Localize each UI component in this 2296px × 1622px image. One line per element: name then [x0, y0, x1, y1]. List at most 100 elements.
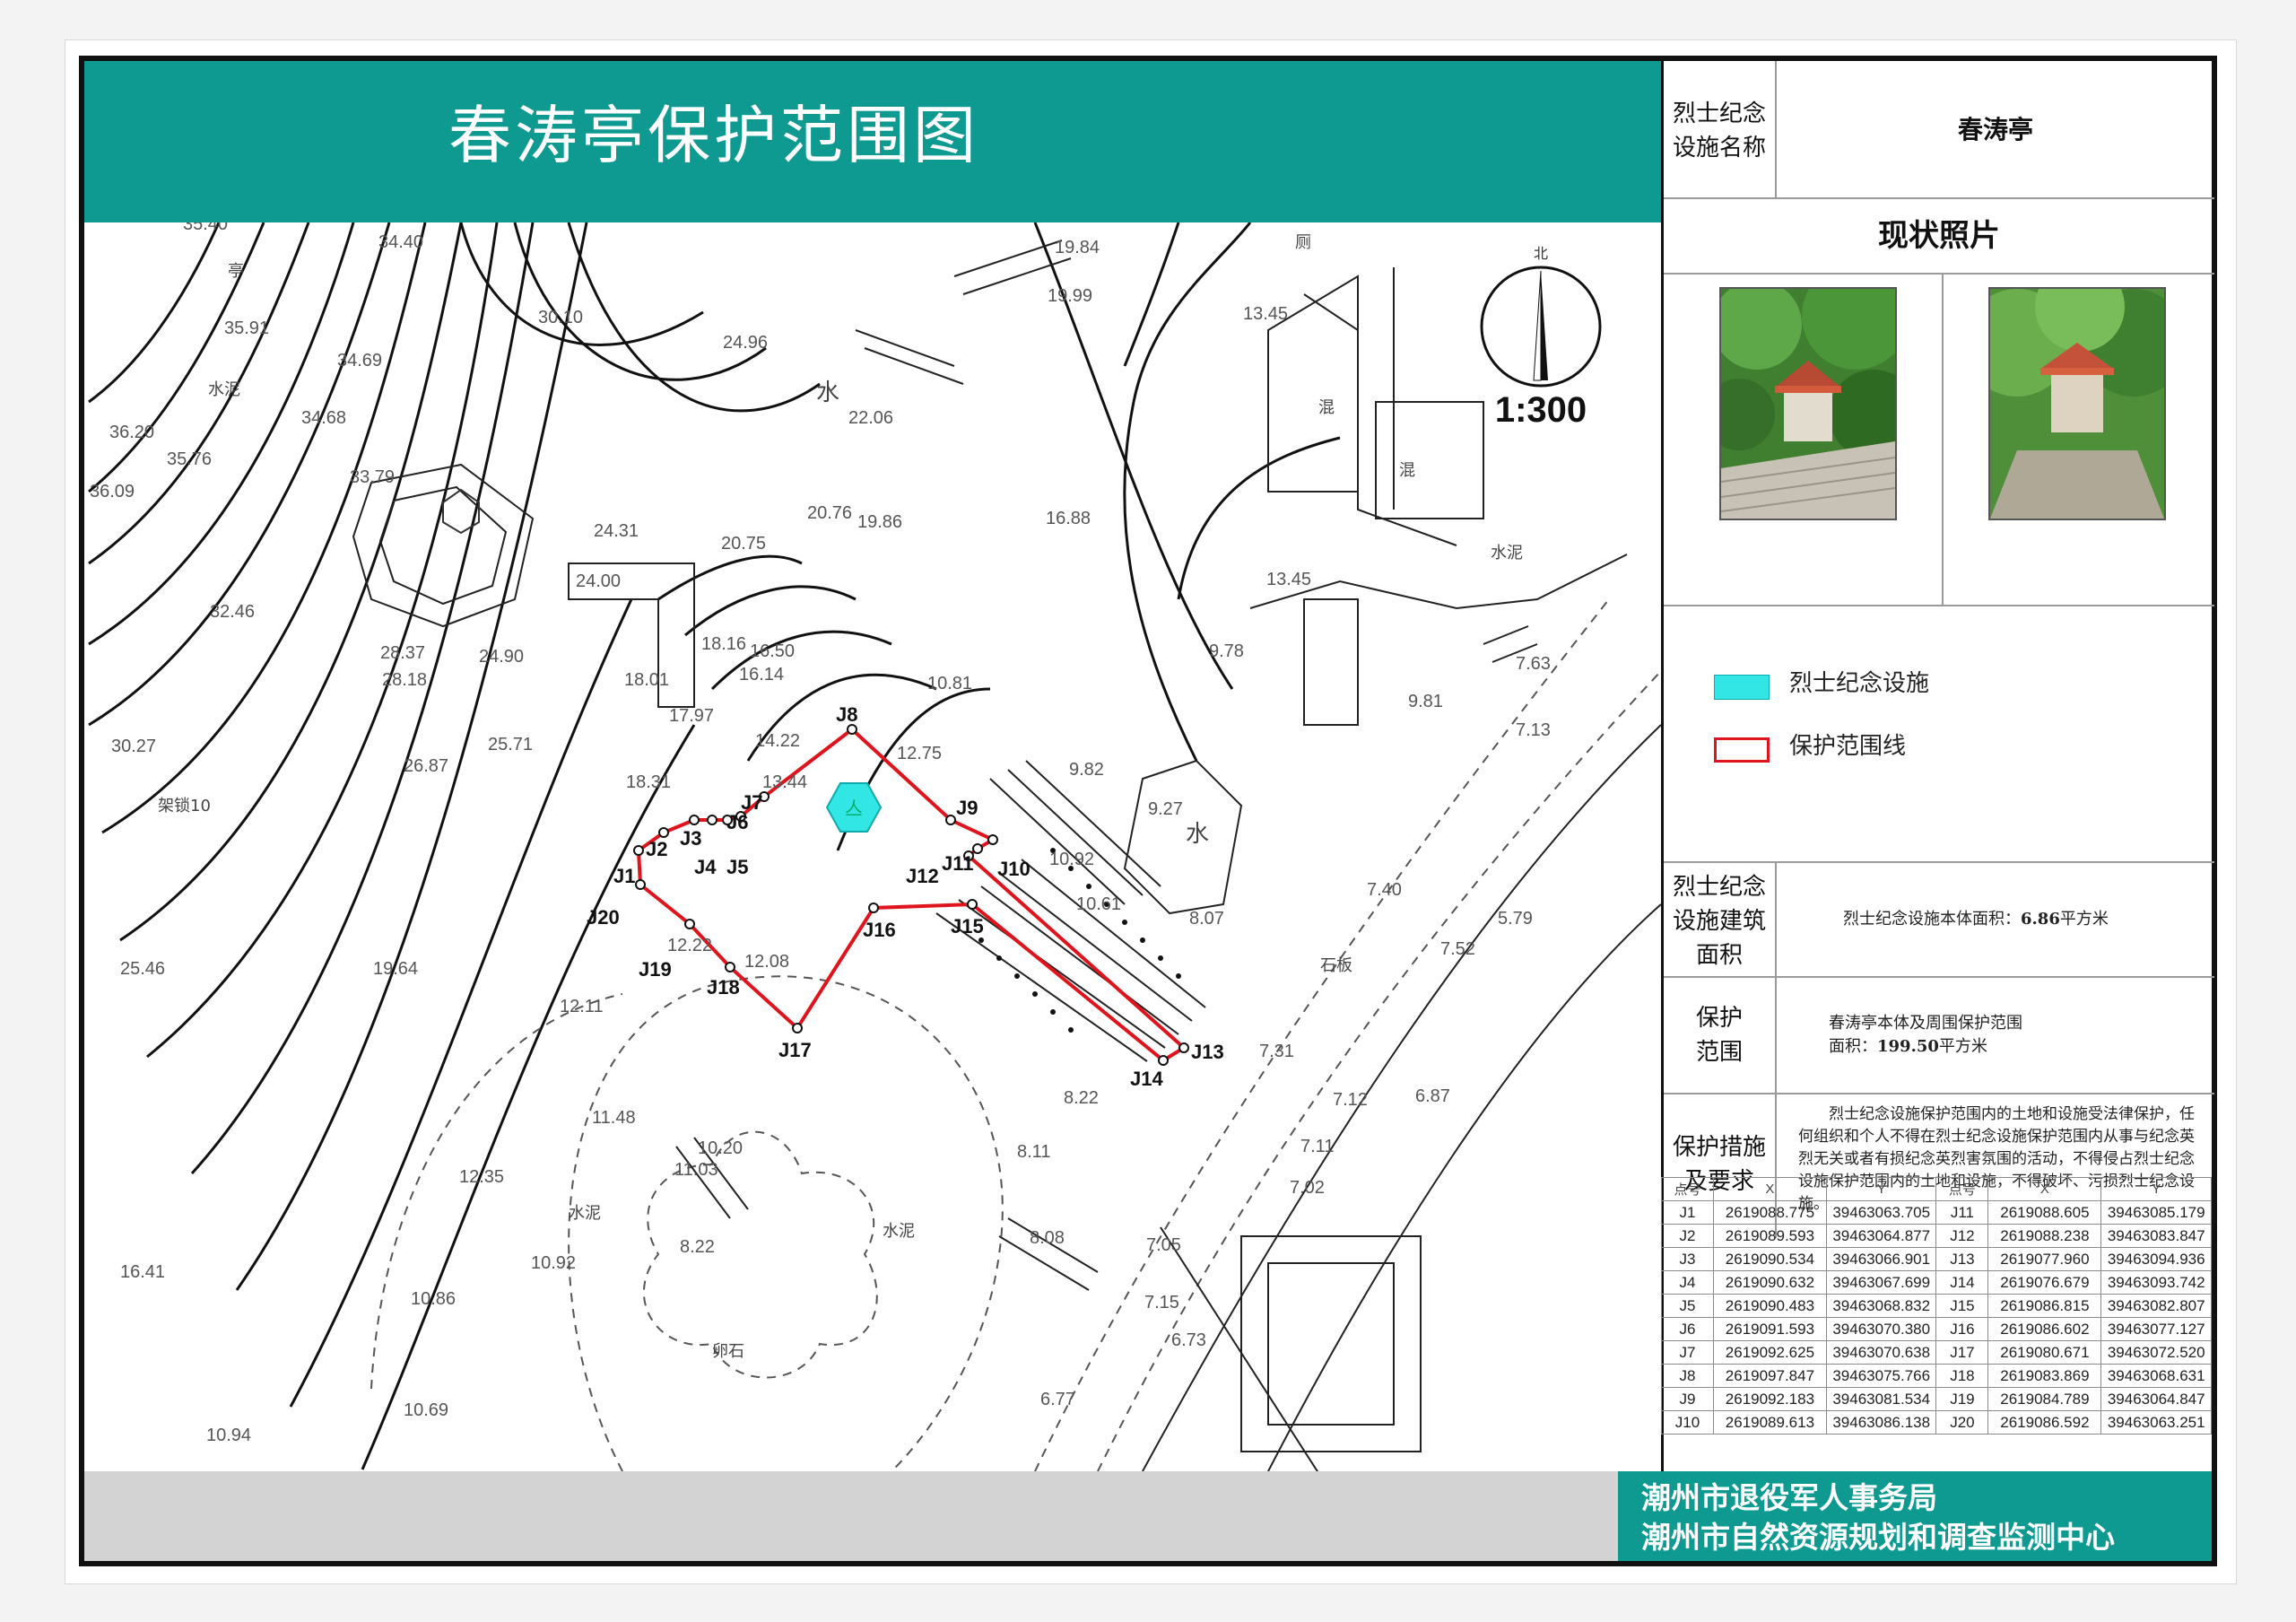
coordinate-table: 点号 X Y 点号 X Y J1 2619088.775 39463063.705 J… — [1661, 1177, 2212, 1435]
table-cell: J8 — [1661, 1364, 1714, 1388]
vertex-label: J15 — [951, 915, 984, 937]
table-row: J10 2619089.613 39463086.138 J20 2619086.592… — [1661, 1410, 2212, 1435]
table-cell: J19 — [1935, 1387, 1989, 1411]
col-header: 点号 — [1935, 1177, 1989, 1201]
elevation-label: 10.94 — [206, 1426, 251, 1445]
col-header: X — [1712, 1177, 1827, 1201]
table-cell: 2619077.960 — [1987, 1247, 2102, 1271]
vertex-label: J18 — [707, 976, 740, 998]
elevation-label: 13.44 — [762, 772, 807, 792]
elevation-label: 9.82 — [1069, 760, 1104, 780]
elevation-label: 14.22 — [755, 731, 800, 751]
elevation-label: 34.69 — [337, 351, 382, 371]
elevation-label: 12.08 — [744, 952, 789, 972]
org-line: 潮州市自然资源规划和调查监测中心 — [1641, 1520, 2115, 1555]
elevation-label: 24.31 — [594, 521, 639, 541]
col-header: Y — [1825, 1177, 1937, 1201]
vertex-label: J3 — [680, 827, 701, 850]
table-row: J5 2619090.483 39463068.832 J15 2619086.815 3… — [1661, 1294, 2212, 1318]
table-cell: 39463081.534 — [1825, 1387, 1937, 1411]
table-cell: J3 — [1661, 1247, 1714, 1271]
elevation-label: 8.11 — [1017, 1142, 1050, 1162]
table-cell: 2619084.789 — [1987, 1387, 2102, 1411]
table-cell: 39463077.127 — [2100, 1317, 2212, 1341]
elevation-label: 34.68 — [301, 408, 346, 428]
vertex-label: J8 — [836, 703, 857, 726]
organization-footer: 潮州市退役军人事务局 潮州市自然资源规划和调查监测中心 — [1618, 1471, 2212, 1561]
table-cell: 2619086.592 — [1987, 1410, 2102, 1435]
elevation-label: 25.71 — [488, 735, 533, 754]
scale-label: 1:300 — [1495, 390, 1587, 430]
elevation-label: 20.75 — [721, 534, 766, 554]
table-cell: 39463068.631 — [2100, 1364, 2212, 1388]
elevation-label: 10.92 — [1049, 850, 1094, 869]
table-cell: 39463093.742 — [2100, 1270, 2212, 1295]
table-cell: 39463083.847 — [2100, 1224, 2212, 1248]
elevation-label: 34.40 — [378, 232, 423, 252]
topographic-map: 亼 J8 J9 J10 J11 J12 J13 J14 J15 J16 J17 … — [84, 222, 1661, 1471]
vertex-label: J5 — [726, 856, 748, 878]
map-annotation: 亭 — [228, 262, 244, 281]
map-annotation: 卵石 — [712, 1342, 744, 1361]
map-annotation: 混 — [1399, 461, 1415, 480]
col-header: Y — [2100, 1177, 2212, 1201]
table-row: J1 2619088.775 39463063.705 J11 2619088.605 3… — [1661, 1200, 2212, 1225]
elevation-label: 24.96 — [723, 333, 768, 353]
north-arrow — [1480, 266, 1602, 388]
legend-facility-swatch — [1714, 675, 1770, 700]
vertex-label: J9 — [956, 797, 978, 819]
table-cell: 39463066.901 — [1825, 1247, 1937, 1271]
protect-line2: 面积：199.50平方米 — [1829, 1035, 1987, 1058]
table-cell: 39463082.807 — [2100, 1294, 2212, 1318]
map-annotation: 水 — [816, 379, 839, 406]
table-cell: J12 — [1935, 1224, 1989, 1248]
elevation-label: 25.46 — [120, 959, 165, 979]
table-cell: 39463075.766 — [1825, 1364, 1937, 1388]
elevation-label: 7.52 — [1440, 939, 1475, 959]
elevation-label: 10.20 — [698, 1138, 743, 1158]
table-cell: J17 — [1935, 1340, 1989, 1365]
elevation-label: 9.81 — [1408, 692, 1443, 711]
table-row: J9 2619092.183 39463081.534 J19 2619084.789 3… — [1661, 1387, 2212, 1411]
table-row: J7 2619092.625 39463070.638 J17 2619080.671 3… — [1661, 1340, 2212, 1365]
elevation-label: 13.45 — [1243, 304, 1288, 324]
table-cell: 39463063.251 — [2100, 1410, 2212, 1435]
table-cell: 2619088.775 — [1712, 1200, 1827, 1225]
elevation-label: 7.63 — [1516, 654, 1551, 674]
elevation-label: 18.31 — [626, 772, 671, 792]
elevation-label: 6.73 — [1171, 1330, 1206, 1350]
vertex-label: J2 — [646, 838, 667, 860]
elevation-label: 12.35 — [459, 1167, 504, 1187]
vertex-label: J16 — [863, 919, 896, 941]
elevation-label: 33.79 — [350, 467, 395, 487]
elevation-label: 19.99 — [1048, 286, 1092, 306]
table-cell: 2619090.632 — [1712, 1270, 1827, 1295]
table-cell: J7 — [1661, 1340, 1714, 1365]
photo-header: 现状照片 — [1878, 218, 2000, 254]
table-cell: 39463094.936 — [2100, 1247, 2212, 1271]
elevation-label: 18.01 — [624, 670, 669, 690]
table-cell: 2619097.847 — [1712, 1364, 1827, 1388]
elevation-label: 7.12 — [1333, 1090, 1368, 1110]
elevation-label: 7.31 — [1259, 1042, 1294, 1061]
elevation-label: 16.50 — [750, 641, 795, 661]
vertex-label: J1 — [613, 865, 635, 887]
table-cell: 2619083.869 — [1987, 1364, 2102, 1388]
map-annotation: 水泥 — [1491, 544, 1523, 562]
bottom-band — [84, 1471, 1618, 1561]
table-cell: 39463067.699 — [1825, 1270, 1937, 1295]
elevation-label: 11.03 — [674, 1160, 718, 1180]
table-cell: 2619090.534 — [1712, 1247, 1827, 1271]
legend-boundary-label: 保护范围线 — [1789, 733, 1907, 760]
protect-label: 保护 范围 — [1695, 1005, 1743, 1066]
table-cell: 2619092.625 — [1712, 1340, 1827, 1365]
vertex-label: J14 — [1130, 1068, 1163, 1090]
map-annotation: 架锁10 — [158, 797, 211, 815]
elevation-label: 30.10 — [538, 308, 583, 327]
vertex-label: J19 — [639, 958, 672, 981]
area-label: 烈士纪念 设施建筑 面积 — [1672, 874, 1766, 969]
elevation-label: 18.16 — [701, 634, 746, 654]
elevation-label: 12.11 — [560, 997, 604, 1016]
protect-line1: 春涛亭本体及周围保护范围 — [1829, 1014, 2022, 1033]
elevation-label: 35.91 — [224, 318, 269, 338]
